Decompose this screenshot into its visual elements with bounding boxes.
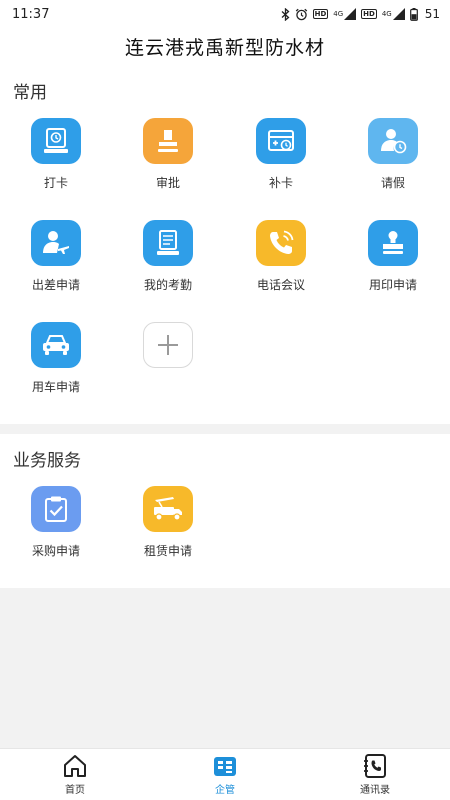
my-attendance-item[interactable]: 我的考勤	[112, 220, 224, 293]
clock-in-icon	[31, 118, 81, 164]
add-shortcut-button[interactable]	[112, 322, 224, 368]
battery-level: 51	[424, 7, 440, 21]
status-time: 11:37	[12, 6, 50, 22]
clock-in-item[interactable]: 打卡	[0, 118, 112, 191]
business-trip-icon	[31, 220, 81, 266]
seal-request-item[interactable]: 用印申请	[337, 220, 449, 293]
purchase-request-item[interactable]: 采购申请	[0, 486, 112, 559]
lease-request-item[interactable]: 租赁申请	[112, 486, 224, 559]
leave-person-icon	[368, 118, 418, 164]
item-label: 电话会议	[256, 278, 305, 292]
phone-meeting-item[interactable]: 电话会议	[225, 220, 337, 293]
item-label: 我的考勤	[143, 278, 192, 292]
title-bar: 连云港戎禹新型防水材	[0, 28, 450, 64]
item-label: 打卡	[43, 176, 68, 190]
page-title: 连云港戎禹新型防水材	[124, 36, 325, 59]
nav-label: 企管	[215, 785, 235, 796]
car-request-item[interactable]: 用车申请	[0, 322, 112, 395]
business-section: 业务服务 采购申请 租赁申请	[0, 434, 450, 588]
business-trip-item[interactable]: 出差申请	[0, 220, 112, 293]
enterprise-icon	[214, 757, 236, 776]
item-label: 请假	[380, 176, 405, 190]
network-type-2: 4G	[381, 10, 392, 18]
nav-contacts[interactable]: 通讯录	[300, 749, 450, 800]
status-bar: 11:37 HD 4G HD 4G 51	[0, 0, 450, 28]
seal-stamp-icon	[368, 220, 418, 266]
contacts-phone-icon	[364, 754, 386, 778]
network-type: 4G	[333, 10, 344, 18]
bluetooth-icon	[281, 7, 290, 21]
item-label: 补卡	[268, 176, 293, 190]
battery-icon	[409, 7, 418, 21]
item-label: 采购申请	[31, 544, 80, 558]
section-title-business: 业务服务	[13, 451, 81, 471]
car-icon	[31, 322, 81, 368]
status-icons: HD 4G HD 4G 51	[281, 7, 440, 21]
approval-item[interactable]: 审批	[112, 118, 224, 191]
nav-home[interactable]: 首页	[0, 749, 150, 800]
purchase-clipboard-icon	[31, 486, 81, 532]
common-section: 常用 打卡 审批 补卡 请假 出差申请 我的考勤 电话会议 用印申请 用车申请	[0, 64, 450, 424]
phone-call-icon	[256, 220, 306, 266]
item-label: 用车申请	[31, 380, 80, 394]
nav-label: 首页	[65, 785, 85, 796]
nav-label: 通讯录	[360, 785, 390, 796]
hd-badge-2: HD	[361, 9, 377, 19]
home-icon	[64, 755, 86, 777]
signal-icon-2	[392, 8, 405, 20]
section-title-common: 常用	[13, 83, 47, 103]
makeup-card-icon	[256, 118, 306, 164]
hd-badge: HD	[312, 9, 329, 19]
item-label: 出差申请	[31, 278, 80, 292]
item-label: 用印申请	[368, 278, 417, 292]
lease-truck-icon	[143, 486, 193, 532]
makeup-card-item[interactable]: 补卡	[225, 118, 337, 191]
item-label: 审批	[155, 176, 180, 190]
plus-icon	[143, 322, 193, 368]
bottom-nav: 首页 企管 通讯录	[0, 748, 450, 800]
nav-enterprise[interactable]: 企管	[150, 749, 300, 800]
leave-item[interactable]: 请假	[337, 118, 449, 191]
item-label: 租赁申请	[143, 544, 192, 558]
attendance-doc-icon	[143, 220, 193, 266]
approval-stamp-icon	[143, 118, 193, 164]
alarm-icon	[295, 8, 307, 20]
signal-icon	[344, 8, 357, 20]
